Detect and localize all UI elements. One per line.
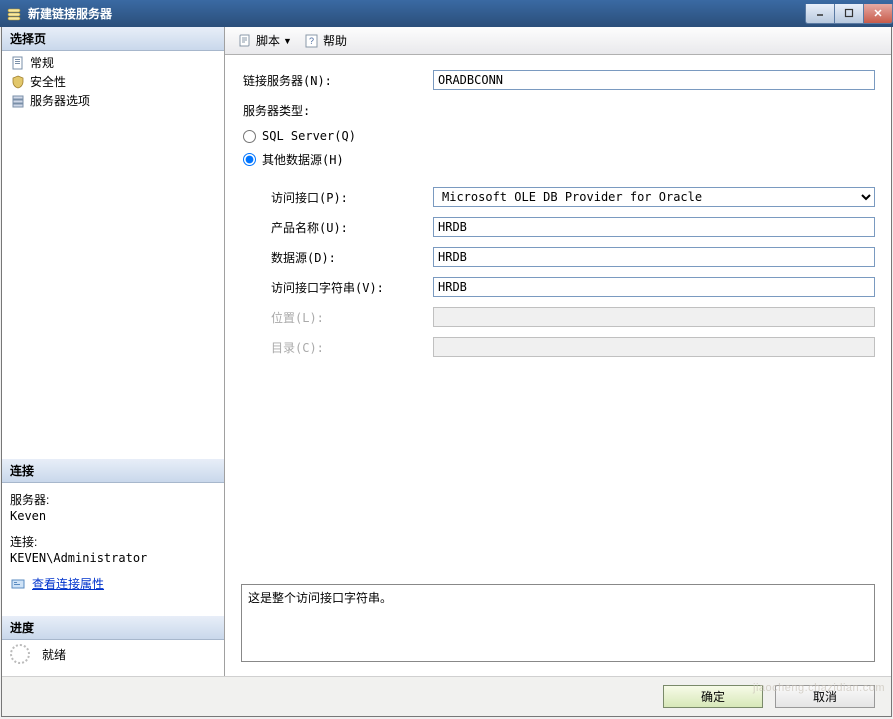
catalog-input [433, 337, 875, 357]
progress-status: 就绪 [42, 646, 66, 663]
sidebar: 选择页 常规 安全性 服务器选项 连接 服务器: Keven [2, 27, 225, 676]
window-title: 新建链接服务器 [28, 5, 112, 22]
progress-spinner-icon [10, 644, 30, 664]
linked-server-label: 链接服务器(N): [243, 72, 433, 89]
properties-icon [10, 576, 26, 592]
provider-select[interactable]: Microsoft OLE DB Provider for Oracle [433, 187, 875, 207]
ok-button[interactable]: 确定 [663, 685, 763, 708]
radio-sql-server[interactable] [243, 130, 256, 143]
server-options-icon [10, 93, 26, 109]
sidebar-item-label: 常规 [30, 54, 54, 71]
sidebar-item-server-options[interactable]: 服务器选项 [6, 91, 220, 110]
server-label: 服务器: [10, 491, 216, 508]
script-label: 脚本 [256, 32, 280, 49]
sidebar-item-label: 安全性 [30, 73, 66, 90]
catalog-label: 目录(C): [243, 339, 433, 356]
window-controls [806, 4, 893, 24]
right-pane: 脚本 ▼ ? 帮助 链接服务器(N): 服务器类型: SQ [225, 27, 891, 676]
linked-server-input[interactable] [433, 70, 875, 90]
page-icon [10, 55, 26, 71]
progress-header: 进度 [2, 616, 224, 640]
maximize-button[interactable] [834, 4, 864, 24]
data-source-label: 数据源(D): [243, 249, 433, 266]
minimize-button[interactable] [805, 4, 835, 24]
radio-other-source-label[interactable]: 其他数据源(H) [262, 151, 344, 168]
connection-value: KEVEN\Administrator [10, 551, 216, 565]
location-label: 位置(L): [243, 309, 433, 326]
message-box: 这是整个访问接口字符串。 [241, 584, 875, 662]
server-type-label: 服务器类型: [243, 102, 433, 119]
server-value: Keven [10, 509, 216, 523]
security-icon [10, 74, 26, 90]
close-button[interactable] [863, 4, 893, 24]
app-icon [6, 6, 22, 22]
provider-string-input[interactable] [433, 277, 875, 297]
help-button[interactable]: ? 帮助 [300, 30, 351, 51]
data-source-input[interactable] [433, 247, 875, 267]
provider-label: 访问接口(P): [243, 189, 433, 206]
location-input [433, 307, 875, 327]
connection-label: 连接: [10, 533, 216, 550]
sidebar-item-security[interactable]: 安全性 [6, 72, 220, 91]
script-icon [237, 33, 253, 49]
provider-string-label: 访问接口字符串(V): [243, 279, 433, 296]
sidebar-item-general[interactable]: 常规 [6, 53, 220, 72]
button-bar: 确定 取消 jiaocheng.chazidian.com [2, 676, 891, 716]
sidebar-item-label: 服务器选项 [30, 92, 90, 109]
select-page-header: 选择页 [2, 27, 224, 51]
view-connection-properties-link[interactable]: 查看连接属性 [32, 575, 104, 592]
product-name-label: 产品名称(U): [243, 219, 433, 236]
radio-other-source[interactable] [243, 153, 256, 166]
svg-text:?: ? [309, 36, 314, 46]
script-button[interactable]: 脚本 ▼ [233, 30, 296, 51]
connection-header: 连接 [2, 459, 224, 483]
titlebar: 新建链接服务器 [0, 0, 893, 27]
cancel-button[interactable]: 取消 [775, 685, 875, 708]
chevron-down-icon: ▼ [283, 36, 292, 46]
radio-sql-server-label[interactable]: SQL Server(Q) [262, 129, 356, 143]
toolbar: 脚本 ▼ ? 帮助 [225, 27, 891, 55]
help-label: 帮助 [323, 32, 347, 49]
help-icon: ? [304, 33, 320, 49]
product-name-input[interactable] [433, 217, 875, 237]
